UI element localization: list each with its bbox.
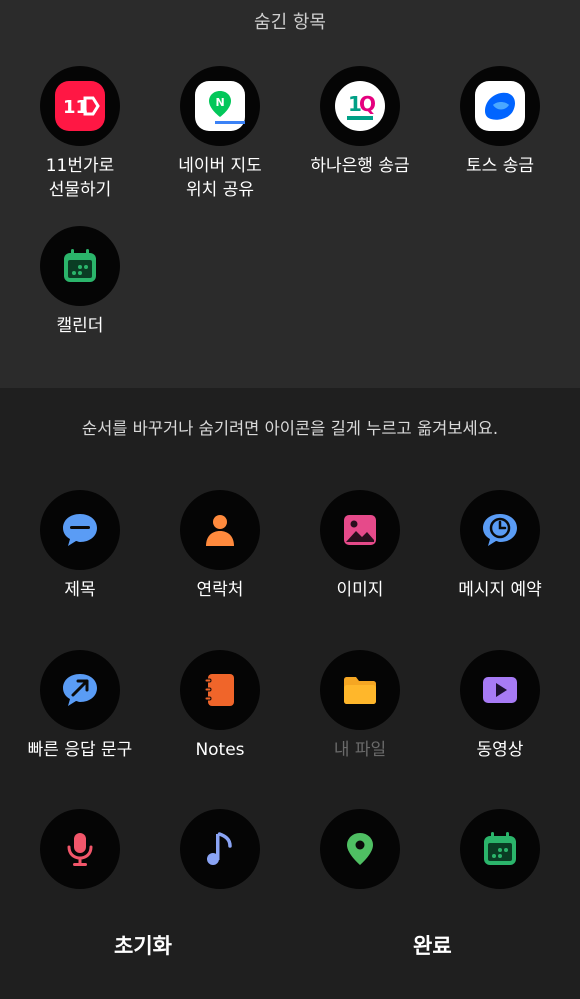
app-label: 캘린더 [56, 316, 104, 336]
app-naver-map-share[interactable]: N 네이버 지도 위치 공유 [150, 66, 290, 202]
app-contacts[interactable]: 연락처 [150, 490, 290, 602]
app-label: 11번가로 선물하기 [45, 156, 115, 200]
svg-text:N: N [216, 96, 225, 109]
toss-icon [460, 66, 540, 146]
app-label: 연락처 [196, 580, 244, 600]
music-icon [180, 809, 260, 889]
reset-button[interactable]: 초기화 [114, 930, 172, 960]
my-files-icon [320, 650, 400, 730]
done-button[interactable]: 완료 [413, 930, 452, 960]
app-label: 빠른 응답 문구 [27, 740, 133, 760]
app-label: 이미지 [336, 580, 384, 600]
app-music[interactable] [150, 809, 290, 889]
subject-icon [40, 490, 120, 570]
hidden-items-title: 숨긴 항목 [254, 12, 326, 33]
app-label: 메시지 예약 [458, 580, 542, 600]
calendar-icon [40, 226, 120, 306]
app-schedule-message[interactable]: 메시지 예약 [430, 490, 570, 602]
hana-bank-icon: 1 Q [320, 66, 400, 146]
app-quick-response[interactable]: 빠른 응답 문구 [10, 650, 150, 762]
location-icon [320, 809, 400, 889]
contact-icon [180, 490, 260, 570]
video-icon [460, 650, 540, 730]
app-hana-bank-transfer[interactable]: 1 Q 하나은행 송금 [290, 66, 430, 178]
app-label: 동영상 [476, 740, 524, 760]
app-11st-gift[interactable]: 11 11번가로 선물하기 [10, 66, 150, 202]
microphone-icon [40, 809, 120, 889]
app-image[interactable]: 이미지 [290, 490, 430, 602]
calendar-icon [460, 809, 540, 889]
app-toss-transfer[interactable]: 토스 송금 [430, 66, 570, 178]
svg-text:Q: Q [359, 92, 376, 116]
app-calendar-hidden[interactable]: 캘린더 [10, 226, 150, 338]
image-icon [320, 490, 400, 570]
app-label: 하나은행 송금 [310, 156, 410, 176]
quick-response-icon [40, 650, 120, 730]
instructions-text: 순서를 바꾸거나 숨기려면 아이콘을 길게 누르고 옮겨보세요. [81, 419, 499, 438]
app-my-files[interactable]: 내 파일 [290, 650, 430, 762]
app-label: 제목 [64, 580, 96, 600]
app-voice-recorder[interactable] [10, 809, 150, 889]
notes-icon [180, 650, 260, 730]
app-subject[interactable]: 제목 [10, 490, 150, 602]
schedule-message-icon [460, 490, 540, 570]
app-label: 네이버 지도 위치 공유 [178, 156, 262, 200]
app-label: 토스 송금 [466, 156, 534, 176]
app-calendar[interactable] [430, 809, 570, 889]
app-label: 내 파일 [333, 740, 387, 760]
app-location[interactable] [290, 809, 430, 889]
app-label: Notes [195, 740, 245, 760]
naver-map-icon: N [180, 66, 260, 146]
11st-gift-icon: 11 [40, 66, 120, 146]
app-video[interactable]: 동영상 [430, 650, 570, 762]
app-notes[interactable]: Notes [150, 650, 290, 762]
